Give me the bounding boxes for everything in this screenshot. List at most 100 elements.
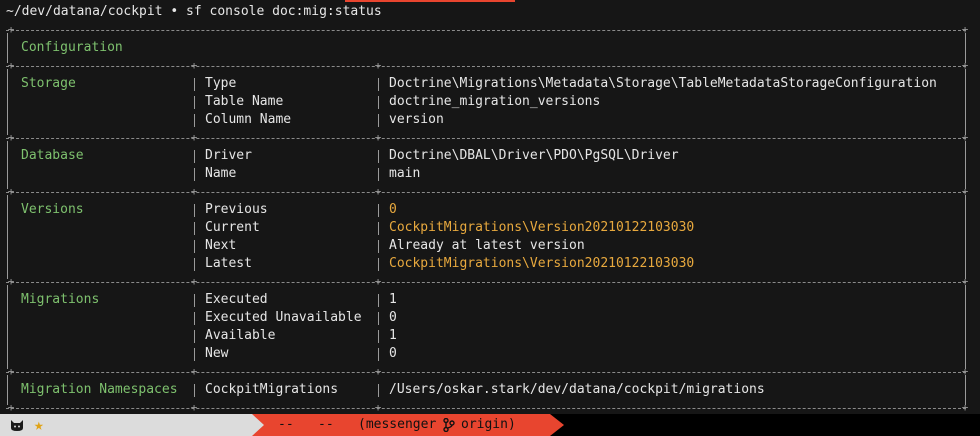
cat-icon [11, 420, 23, 431]
status-dashes-1: -- [278, 417, 294, 432]
row-value: CockpitMigrations\Version20210122103030 [389, 220, 695, 235]
table-separator [6, 66, 966, 67]
row-value: 0 [389, 202, 397, 217]
table-border [378, 348, 379, 361]
table-border [194, 78, 195, 91]
table-corner: + [961, 401, 969, 414]
table-corner: + [7, 23, 15, 36]
row-key: New [205, 346, 229, 361]
star-icon: ★ [34, 415, 44, 434]
row-key: Previous [205, 202, 268, 217]
table-border [378, 150, 379, 163]
table-corner: + [374, 365, 382, 378]
table-corner: + [7, 401, 15, 414]
table-corner: + [7, 59, 15, 72]
table-border [378, 258, 379, 271]
table-border [378, 78, 379, 91]
table-corner: + [7, 131, 15, 144]
table-corner: + [7, 185, 15, 198]
row-key: Executed Unavailable [205, 310, 362, 325]
row-key: Driver [205, 148, 252, 163]
prompt-line: ~/dev/datana/cockpit • sf console doc:mi… [6, 3, 382, 21]
table-border [965, 69, 966, 135]
table-corner: + [190, 131, 198, 144]
table-border [194, 312, 195, 325]
table-corner: + [374, 185, 382, 198]
table-border [7, 285, 8, 369]
row-value: Doctrine\Migrations\Metadata\Storage\Tab… [389, 76, 937, 91]
row-key: Available [205, 328, 276, 343]
table-corner: + [374, 401, 382, 414]
row-key: Type [205, 76, 237, 91]
prompt-bullet: • [170, 4, 179, 19]
row-value: version [389, 112, 444, 127]
table-border [194, 258, 195, 271]
section-title: Storage [21, 76, 76, 91]
row-value: /Users/oskar.stark/dev/datana/cockpit/mi… [389, 382, 765, 397]
table-corner: + [374, 275, 382, 288]
table-corner: + [190, 59, 198, 72]
status-separator-arrow [252, 414, 264, 436]
table-corner: + [190, 401, 198, 414]
prompt-command: sf console doc:mig:status [186, 4, 382, 19]
row-value: Already at latest version [389, 238, 585, 253]
prompt-path: ~/dev/datana/cockpit [6, 4, 163, 19]
row-key: Table Name [205, 94, 284, 109]
table-border [378, 96, 379, 109]
status-branch: origin) [461, 417, 516, 432]
table-border [965, 141, 966, 189]
table-border [7, 69, 8, 135]
table-border [194, 240, 195, 253]
top-status-remnant [345, 0, 515, 2]
row-value: 0 [389, 310, 397, 325]
table-separator [6, 30, 966, 31]
table-border [194, 114, 195, 127]
section-title: Migration Namespaces [21, 382, 178, 397]
table-corner: + [7, 275, 15, 288]
table-border [7, 195, 8, 279]
table-corner: + [7, 365, 15, 378]
status-end-arrow [550, 414, 564, 436]
table-border [378, 204, 379, 217]
row-value: 0 [389, 346, 397, 361]
table-border [194, 294, 195, 307]
table-corner: + [190, 365, 198, 378]
terminal-window[interactable]: ~/dev/datana/cockpit • sf console doc:mi… [0, 0, 980, 414]
table-border [194, 384, 195, 397]
section-title: Versions [21, 202, 84, 217]
row-key: CockpitMigrations [205, 382, 339, 397]
section-title: Configuration [21, 40, 123, 55]
row-value: doctrine_migration_versions [389, 94, 601, 109]
table-border [378, 330, 379, 343]
row-value: Doctrine\DBAL\Driver\PDO\PgSQL\Driver [389, 148, 679, 163]
table-border [378, 240, 379, 253]
section-title: Database [21, 148, 84, 163]
table-separator [6, 192, 966, 193]
table-border [378, 294, 379, 307]
section-title: Migrations [21, 292, 100, 307]
table-border [378, 312, 379, 325]
table-corner: + [190, 275, 198, 288]
row-key: Executed [205, 292, 268, 307]
row-value: CockpitMigrations\Version20210122103030 [389, 256, 695, 271]
status-segment-icons: ★ [0, 414, 252, 436]
table-border [7, 141, 8, 189]
table-separator [6, 282, 966, 283]
table-separator [6, 408, 966, 409]
status-session: (messenger [358, 417, 437, 432]
table-corner: + [190, 185, 198, 198]
table-border [965, 285, 966, 369]
status-dashes-2: -- [318, 417, 334, 432]
row-value: 1 [389, 328, 397, 343]
table-corner: + [374, 131, 382, 144]
row-key: Current [205, 220, 260, 235]
table-border [194, 330, 195, 343]
table-border [378, 114, 379, 127]
table-separator [6, 372, 966, 373]
table-border [194, 348, 195, 361]
git-branch-icon [443, 418, 455, 432]
table-border [194, 204, 195, 217]
table-border [194, 150, 195, 163]
table-border [378, 222, 379, 235]
status-bar: ★ -- -- (messenger origin) [0, 414, 980, 436]
